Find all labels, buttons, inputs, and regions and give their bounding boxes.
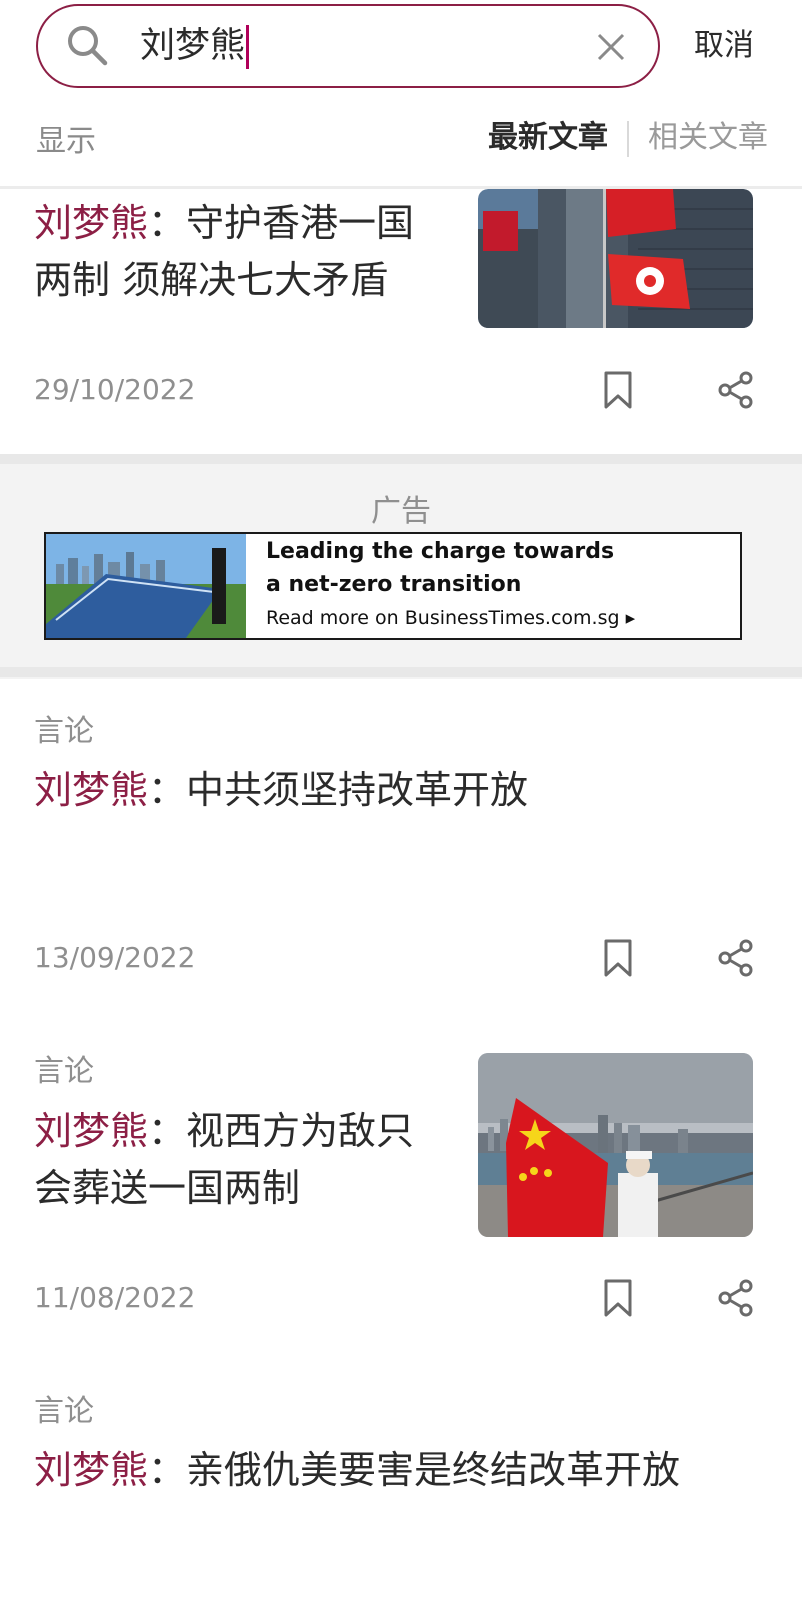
ad-headline: a net-zero transition [266,572,522,597]
title-line: ：视西方为敌只 [148,1109,415,1153]
share-icon[interactable] [716,1278,756,1318]
ad-label: 广告 [371,494,431,529]
share-icon[interactable] [716,938,756,978]
article-date: 29/10/2022 [34,373,196,406]
search-query-text: 刘梦熊 [140,26,246,66]
title-line: ：亲俄仇美要害是终结改革开放 [148,1448,681,1492]
article-thumbnail[interactable] [478,189,753,328]
article-category: 言论 [34,1054,94,1089]
title-line: ：守护香港一国 [148,201,415,245]
tab-latest[interactable]: 最新文章 [488,118,608,158]
tab-divider [627,121,629,157]
tab-related[interactable]: 相关文章 [648,118,768,158]
title-line: 两制 须解决七大矛盾 [34,258,389,302]
cancel-button[interactable]: 取消 [694,26,754,66]
title-highlight: 刘梦熊 [34,1109,149,1153]
article-date: 13/09/2022 [34,941,196,974]
bookmark-icon[interactable] [598,1278,638,1318]
search-input[interactable]: 刘梦熊 [140,22,250,70]
article-category: 言论 [34,1394,94,1429]
show-label: 显示 [36,124,96,159]
article-title[interactable]: 刘梦熊：亲俄仇美要害是终结改革开放 [34,1442,774,1499]
text-caret [246,25,250,69]
divider [0,667,802,677]
article-title[interactable]: 刘梦熊：中共须坚持改革开放 [34,762,734,819]
ad-cta[interactable]: Read more on BusinessTimes.com.sg ▸ [266,604,635,632]
ad-accent-bar [212,548,226,624]
title-highlight: 刘梦熊 [34,768,149,812]
article-category: 言论 [34,714,94,749]
title-line: 会葬送一国两制 [34,1166,301,1210]
search-icon [68,26,108,66]
title-highlight: 刘梦熊 [34,1448,149,1492]
article-title[interactable]: 刘梦熊：守护香港一国 两制 须解决七大矛盾 [34,195,454,309]
title-line: ：中共须坚持改革开放 [148,768,529,812]
article-title[interactable]: 刘梦熊：视西方为敌只 会葬送一国两制 [34,1103,454,1217]
clear-icon[interactable] [596,32,626,62]
article-date: 11/08/2022 [34,1281,196,1314]
divider [0,454,802,464]
bookmark-icon[interactable] [598,938,638,978]
article-thumbnail[interactable] [478,1053,753,1237]
bookmark-icon[interactable] [598,370,638,410]
ad-headline: Leading the charge towards [266,539,615,564]
share-icon[interactable] [716,370,756,410]
title-highlight: 刘梦熊 [34,201,149,245]
search-box[interactable] [36,4,660,88]
